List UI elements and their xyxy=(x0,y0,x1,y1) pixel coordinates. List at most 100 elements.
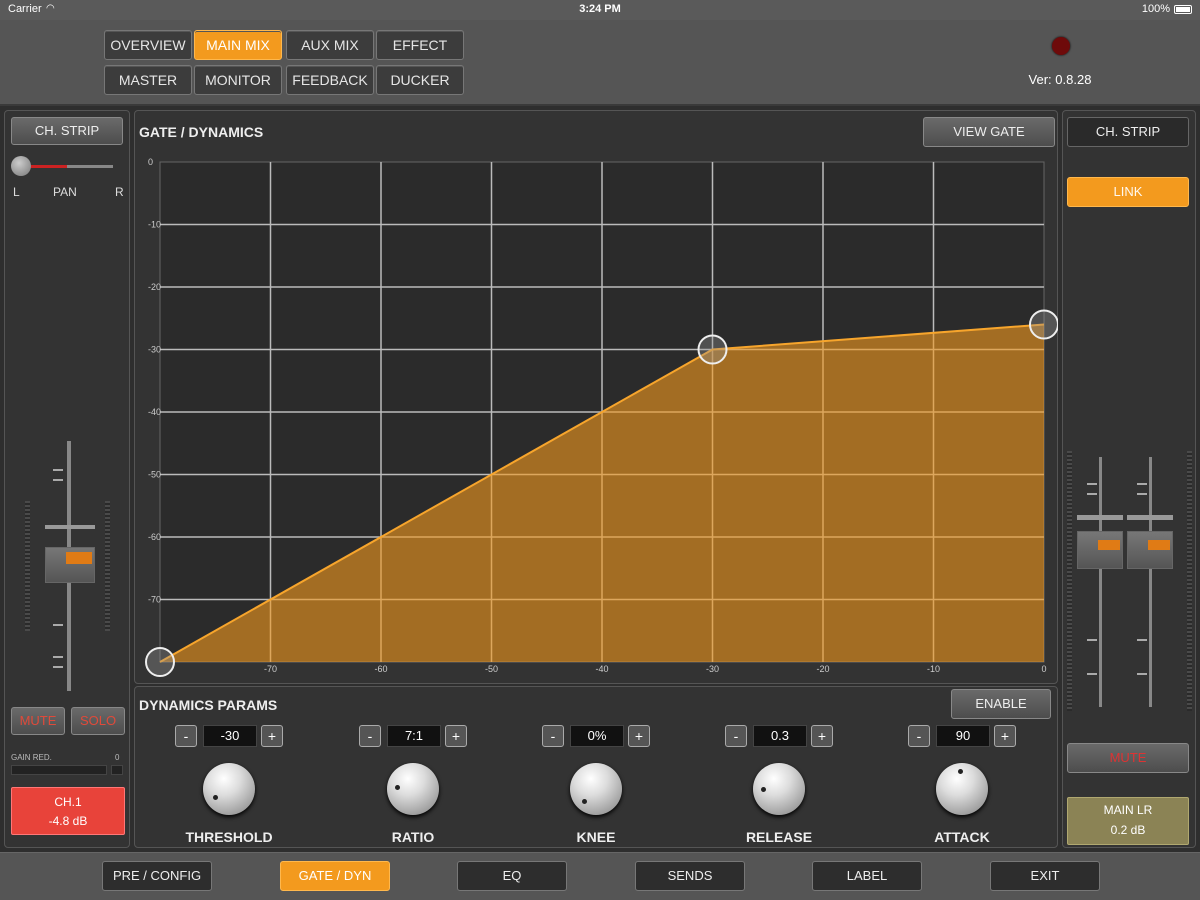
dynamics-curve-chart[interactable]: 0 -10 -20 -30 -40 -50 -60 -70 -70 -60 -50 -40 -30 -20… xyxy=(134,152,1058,682)
x-tick-label: 0 xyxy=(1041,664,1046,674)
mute-button-right[interactable]: MUTE xyxy=(1067,743,1189,773)
clock: 3:24 PM xyxy=(579,3,621,15)
tab-gate-dyn[interactable]: GATE / DYN xyxy=(280,861,390,891)
curve-handle[interactable] xyxy=(145,647,175,677)
nav-feedback[interactable]: FEEDBACK xyxy=(286,65,374,95)
channel-name-box[interactable]: CH.1 -4.8 dB xyxy=(11,787,125,835)
version-label: Ver: 0.8.28 xyxy=(1028,72,1092,87)
bus-name: MAIN LR xyxy=(1103,803,1153,817)
attack-decrement-button[interactable]: - xyxy=(908,725,930,747)
pan-left-label: L xyxy=(13,185,20,199)
connection-indicator xyxy=(1052,37,1070,55)
solo-button[interactable]: SOLO xyxy=(71,707,125,735)
ratio-increment-button[interactable]: + xyxy=(445,725,467,747)
curve-handle[interactable] xyxy=(1029,309,1058,340)
y-tick-label: -50 xyxy=(148,470,161,480)
x-tick-label: -20 xyxy=(816,664,829,674)
nav-overview[interactable]: OVERVIEW xyxy=(104,30,192,60)
y-tick-label: -60 xyxy=(148,532,161,542)
tab-sends[interactable]: SENDS xyxy=(635,861,745,891)
nav-master[interactable]: MASTER xyxy=(104,65,192,95)
view-gate-button[interactable]: VIEW GATE xyxy=(923,117,1055,147)
attack-value: 90 xyxy=(936,725,990,747)
tab-pre-config[interactable]: PRE / CONFIG xyxy=(102,861,212,891)
channel-fader-cap[interactable] xyxy=(45,547,95,583)
x-tick-label: -60 xyxy=(374,664,387,674)
fader-unity-bar xyxy=(1077,515,1123,520)
ratio-value: 7:1 xyxy=(387,725,441,747)
fader-tick xyxy=(1137,493,1147,495)
release-label: RELEASE xyxy=(745,829,813,845)
enable-button[interactable]: ENABLE xyxy=(951,689,1051,719)
bus-fader-cap-1[interactable] xyxy=(1077,531,1123,569)
bus-fader-track-2 xyxy=(1149,457,1152,707)
threshold-knob[interactable] xyxy=(203,763,255,815)
attack-knob[interactable] xyxy=(936,763,988,815)
ratio-decrement-button[interactable]: - xyxy=(359,725,381,747)
battery-icon xyxy=(1174,5,1192,14)
knee-knob[interactable] xyxy=(570,763,622,815)
threshold-value: -30 xyxy=(203,725,257,747)
threshold-increment-button[interactable]: + xyxy=(261,725,283,747)
ratio-knob[interactable] xyxy=(387,763,439,815)
nav-monitor[interactable]: MONITOR xyxy=(194,65,282,95)
knee-decrement-button[interactable]: - xyxy=(542,725,564,747)
tab-exit[interactable]: EXIT xyxy=(990,861,1100,891)
bus-fader-track-1 xyxy=(1099,457,1102,707)
gain-reduction-meter-end xyxy=(111,765,123,775)
right-meter-1 xyxy=(1067,451,1072,711)
fader-cap-stripe xyxy=(66,552,92,564)
dynamics-params-panel: DYNAMICS PARAMS ENABLE - -30 + THRESHOLD… xyxy=(134,686,1058,848)
knob-indicator xyxy=(213,795,218,800)
release-decrement-button[interactable]: - xyxy=(725,725,747,747)
fader-tick xyxy=(1087,493,1097,495)
curve-handle[interactable] xyxy=(697,334,728,365)
mute-button-left[interactable]: MUTE xyxy=(11,707,65,735)
fader-tick xyxy=(1137,673,1147,675)
fader-unity-bar xyxy=(45,525,95,529)
ch-strip-button-right[interactable]: CH. STRIP xyxy=(1067,117,1189,147)
ch-strip-button-left[interactable]: CH. STRIP xyxy=(11,117,123,145)
bus-fader-cap-2[interactable] xyxy=(1127,531,1173,569)
knee-increment-button[interactable]: + xyxy=(628,725,650,747)
knob-indicator xyxy=(582,799,587,804)
nav-ducker[interactable]: DUCKER xyxy=(376,65,464,95)
threshold-decrement-button[interactable]: - xyxy=(175,725,197,747)
pan-label: PAN xyxy=(53,185,77,199)
tab-eq[interactable]: EQ xyxy=(457,861,567,891)
left-meter-l xyxy=(25,501,30,631)
ratio-label: RATIO xyxy=(391,829,435,845)
nav-main-mix[interactable]: MAIN MIX xyxy=(194,30,282,60)
knob-indicator xyxy=(761,787,766,792)
pan-knob[interactable] xyxy=(11,156,31,176)
nav-effect[interactable]: EFFECT xyxy=(376,30,464,60)
knee-value: 0% xyxy=(570,725,624,747)
attack-increment-button[interactable]: + xyxy=(994,725,1016,747)
x-tick-label: -50 xyxy=(485,664,498,674)
fader-tick xyxy=(1087,483,1097,485)
y-tick-label: -40 xyxy=(148,407,161,417)
right-meter-2 xyxy=(1187,451,1192,711)
fader-tick xyxy=(53,656,63,658)
fader-cap-stripe xyxy=(1098,540,1120,550)
fader-tick xyxy=(1087,639,1097,641)
fader-tick xyxy=(1137,483,1147,485)
tab-label[interactable]: LABEL xyxy=(812,861,922,891)
fader-tick xyxy=(1137,639,1147,641)
nav-aux-mix[interactable]: AUX MIX xyxy=(286,30,374,60)
channel-name: CH.1 xyxy=(54,795,82,809)
x-tick-label: -40 xyxy=(595,664,608,674)
knee-label: KNEE xyxy=(576,829,616,845)
x-tick-label: -30 xyxy=(706,664,719,674)
release-value: 0.3 xyxy=(753,725,807,747)
release-knob[interactable] xyxy=(753,763,805,815)
link-button[interactable]: LINK xyxy=(1067,177,1189,207)
gain-reduction-label: GAIN RED. xyxy=(11,753,52,762)
fader-tick xyxy=(53,469,63,471)
bus-name-box[interactable]: MAIN LR 0.2 dB xyxy=(1067,797,1189,845)
bus-level: 0.2 dB xyxy=(1110,823,1146,837)
release-increment-button[interactable]: + xyxy=(811,725,833,747)
fader-tick xyxy=(53,479,63,481)
fader-unity-bar xyxy=(1127,515,1173,520)
status-bar: Carrier ◠ 3:24 PM 100% xyxy=(0,0,1200,20)
